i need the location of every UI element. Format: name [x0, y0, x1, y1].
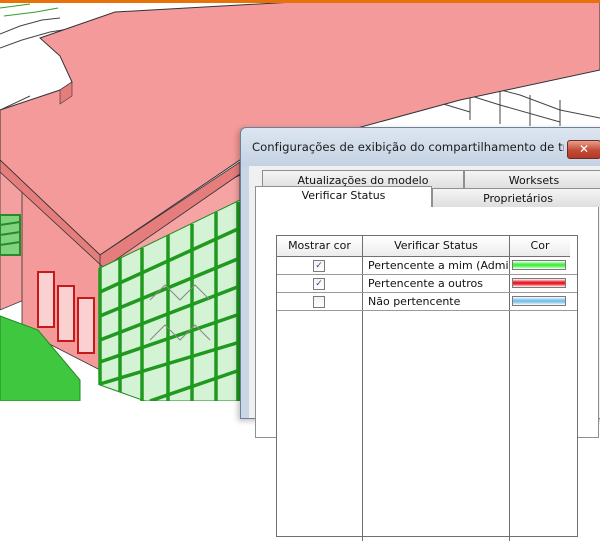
show-color-cell — [277, 293, 363, 310]
dialog-title: Configurações de exibição do compartilha… — [252, 140, 564, 154]
checkout-status-table: Mostrar cor Verificar Status Cor ✓ Perte… — [276, 235, 578, 541]
tab-owners[interactable]: Proprietários — [432, 188, 600, 207]
dialog-body: Atualizações do modelo Worksets Verifica… — [249, 166, 600, 541]
color-swatch[interactable] — [512, 260, 566, 270]
tab-worksets[interactable]: Worksets — [464, 170, 600, 189]
column-divider — [509, 311, 510, 541]
column-divider — [362, 311, 363, 541]
status-label: Não pertencente — [363, 293, 510, 310]
dialog-titlebar[interactable]: Configurações de exibição do compartilha… — [241, 128, 600, 166]
show-color-cell: ✓ — [277, 257, 363, 274]
show-color-checkbox[interactable]: ✓ — [313, 278, 325, 290]
color-cell[interactable] — [510, 293, 570, 310]
show-color-checkbox[interactable]: ✓ — [313, 260, 325, 272]
close-button[interactable]: ✕ — [567, 140, 600, 159]
table-row[interactable]: Não pertencente — [277, 293, 577, 311]
color-swatch[interactable] — [512, 278, 566, 288]
worksharing-display-settings-dialog: Configurações de exibição do compartilha… — [240, 127, 600, 541]
show-color-checkbox[interactable] — [313, 296, 325, 308]
column-header-show-color[interactable]: Mostrar cor — [277, 236, 363, 257]
color-cell[interactable] — [510, 257, 570, 274]
column-header-color[interactable]: Cor — [510, 236, 570, 257]
left-green-panel — [0, 214, 21, 256]
status-label: Pertencente a outros — [363, 275, 510, 292]
tab-checkout-status[interactable]: Verificar Status — [255, 186, 432, 207]
column-header-status[interactable]: Verificar Status — [363, 236, 510, 257]
color-swatch[interactable] — [512, 296, 566, 306]
top-accent-bar — [0, 0, 600, 3]
table-row[interactable]: ✓ Pertencente a outros — [277, 275, 577, 293]
show-color-cell: ✓ — [277, 275, 363, 292]
color-cell[interactable] — [510, 275, 570, 292]
status-label: Pertencente a mim (Admi — [363, 257, 510, 274]
table-row[interactable]: ✓ Pertencente a mim (Admi — [277, 257, 577, 275]
